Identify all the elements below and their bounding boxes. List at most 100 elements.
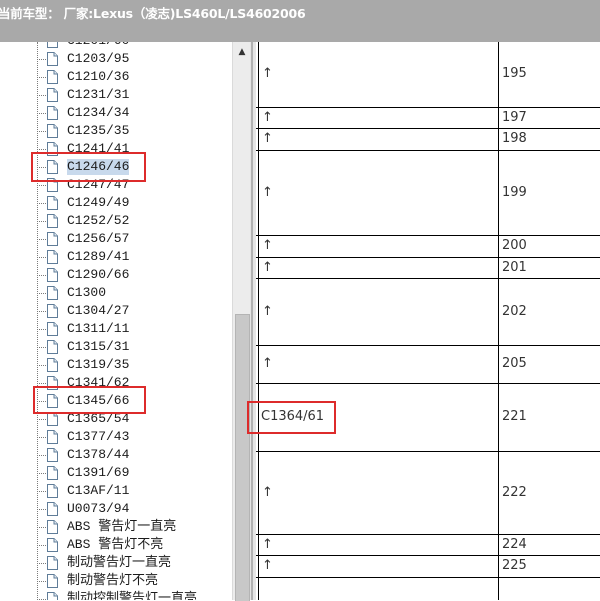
tree-item[interactable]: C1234/34 — [0, 104, 232, 122]
tree-connector — [37, 185, 46, 186]
tree-item-label: C1315/31 — [67, 339, 130, 354]
table-row-border — [256, 150, 600, 151]
document-icon — [47, 573, 58, 588]
table-row-border — [256, 451, 600, 452]
tree-connector — [37, 275, 46, 276]
tree-item[interactable]: C1311/11 — [0, 320, 232, 338]
tree-connector — [37, 257, 46, 258]
table-row-border — [256, 383, 600, 384]
tree-item[interactable]: 制动警告灯不亮 — [0, 572, 232, 590]
same-as-above-arrow: ↑ — [262, 356, 273, 371]
tree-scrollbar[interactable]: ▲ — [232, 42, 251, 601]
table-row-border — [256, 235, 600, 236]
same-as-above-arrow: ↑ — [262, 485, 273, 500]
tree-item[interactable]: C1315/31 — [0, 338, 232, 356]
document-icon — [47, 429, 58, 444]
tree-item-label: C1201/60 — [67, 42, 129, 49]
document-icon — [47, 339, 58, 354]
tree-item[interactable]: C1201/60 — [0, 42, 232, 50]
table-border-left — [258, 42, 259, 600]
table-row-border — [256, 555, 600, 556]
document-icon — [47, 267, 58, 282]
tree-item[interactable]: C1304/27 — [0, 302, 232, 320]
document-icon — [47, 501, 58, 516]
same-as-above-arrow: ↑ — [262, 66, 273, 81]
tree-connector — [37, 239, 46, 240]
page-number-cell: 225 — [502, 558, 527, 573]
document-icon — [47, 483, 58, 498]
tree-item[interactable]: C1377/43 — [0, 428, 232, 446]
same-as-above-arrow: ↑ — [262, 238, 273, 253]
scrollbar-thumb[interactable] — [235, 314, 250, 601]
table-row-border — [256, 278, 600, 279]
tree-item-label: C1377/43 — [67, 429, 130, 444]
document-icon — [47, 42, 58, 48]
tree-item[interactable]: C13AF/11 — [0, 482, 232, 500]
table-row-border — [256, 128, 600, 129]
tree-item[interactable]: C1235/35 — [0, 122, 232, 140]
tree-item-label: C1378/44 — [67, 447, 130, 462]
tree-item[interactable]: C1290/66 — [0, 266, 232, 284]
document-icon — [47, 285, 58, 300]
tree-item[interactable]: C1289/41 — [0, 248, 232, 266]
same-as-above-arrow: ↑ — [262, 131, 273, 146]
same-as-above-arrow: ↑ — [262, 537, 273, 552]
tree-connector — [37, 347, 46, 348]
tree-item-label: C1249/49 — [67, 195, 130, 210]
document-icon — [47, 105, 58, 120]
tree-connector — [37, 383, 46, 384]
window-title: 当前车型： 厂家:Lexus（凌志)LS460L/LS4602006 — [0, 6, 306, 21]
tree-item-label: ABS 警告灯不亮 — [67, 537, 164, 552]
tree-item-label: C1319/35 — [67, 357, 130, 372]
document-icon — [47, 213, 58, 228]
tree-item[interactable]: C1300 — [0, 284, 232, 302]
tree-item[interactable]: 制动警告灯一直亮 — [0, 554, 232, 572]
tree-item[interactable]: C1210/36 — [0, 68, 232, 86]
tree-item[interactable]: C1249/49 — [0, 194, 232, 212]
tree-item-label: 制动警告灯不亮 — [67, 573, 159, 588]
scroll-up-button[interactable]: ▲ — [233, 44, 251, 60]
tree-connector — [37, 293, 46, 294]
tree-item-label: 制动警告灯一直亮 — [67, 555, 172, 570]
page-number-cell: 221 — [502, 409, 527, 424]
same-as-above-arrow: ↑ — [262, 558, 273, 573]
tree-item-label: 制动控制警告灯一直亮 — [67, 591, 198, 600]
tree-item[interactable]: 制动控制警告灯一直亮 — [0, 590, 232, 600]
page-number-cell: 202 — [502, 304, 527, 319]
fault-code-tree[interactable]: C1201/60 C1203/95 C1210/36 C1231/31 C1234/34… — [0, 42, 250, 600]
tree-connector — [37, 491, 46, 492]
tree-item[interactable]: C1319/35 — [0, 356, 232, 374]
page-number-cell: 222 — [502, 485, 527, 500]
tree-connector — [37, 473, 46, 474]
tree-item-label: C1203/95 — [67, 51, 130, 66]
tree-connector — [37, 581, 46, 582]
tree-item-label: C1234/34 — [67, 105, 130, 120]
tree-connector — [37, 113, 46, 114]
document-icon — [47, 249, 58, 264]
tree-item[interactable]: C1391/69 — [0, 464, 232, 482]
page-number-cell: 199 — [502, 185, 527, 200]
same-as-above-arrow: ↑ — [262, 260, 273, 275]
tree-item[interactable]: C1252/52 — [0, 212, 232, 230]
tree-connector — [37, 437, 46, 438]
tree-item[interactable]: U0073/94 — [0, 500, 232, 518]
tree-item-label: C1289/41 — [67, 249, 130, 264]
tree-item[interactable]: C1231/31 — [0, 86, 232, 104]
tree-item[interactable]: C1203/95 — [0, 50, 232, 68]
document-icon — [47, 591, 58, 600]
tree-item-label: C1391/69 — [67, 465, 130, 480]
same-as-above-arrow: ↑ — [262, 185, 273, 200]
tree-connector — [37, 311, 46, 312]
table-row-border — [256, 107, 600, 108]
document-icon — [47, 537, 58, 552]
tree-item[interactable]: C1378/44 — [0, 446, 232, 464]
tree-connector — [37, 365, 46, 366]
tree-item[interactable]: ABS 警告灯不亮 — [0, 536, 232, 554]
page-number-cell: 195 — [502, 66, 527, 81]
tree-item-label: C1311/11 — [67, 321, 130, 336]
tree-connector — [37, 545, 46, 546]
tree-item-label: C1210/36 — [67, 69, 130, 84]
document-icon — [47, 519, 58, 534]
tree-item[interactable]: C1256/57 — [0, 230, 232, 248]
tree-item[interactable]: ABS 警告灯一直亮 — [0, 518, 232, 536]
